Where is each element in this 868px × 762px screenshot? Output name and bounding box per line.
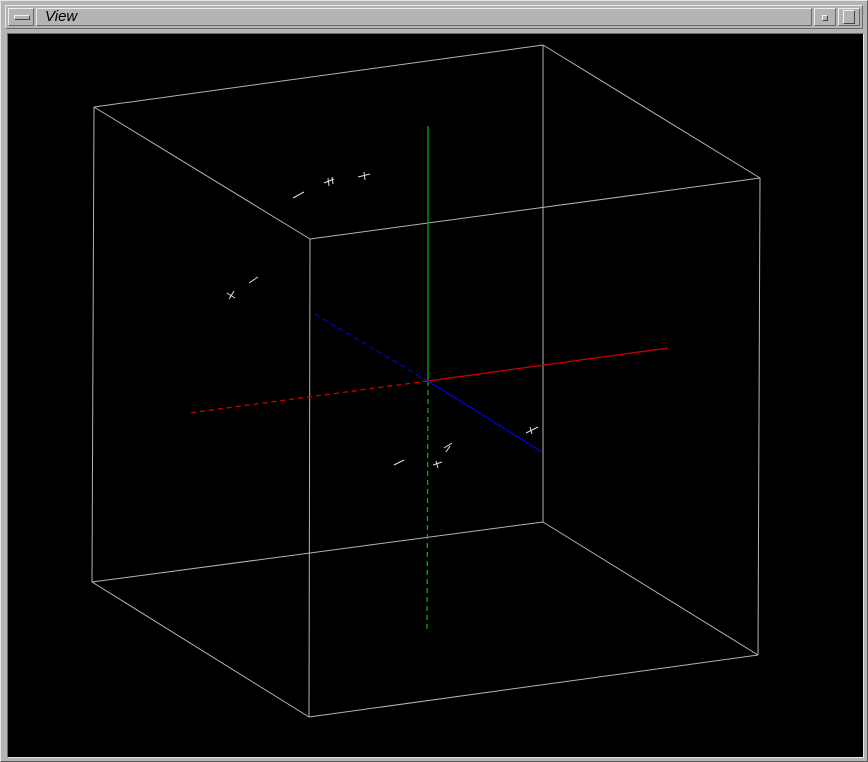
window-menu-button[interactable] <box>8 8 34 26</box>
marker <box>525 426 539 435</box>
scene-canvas <box>91 44 761 718</box>
maximize-icon <box>843 10 855 24</box>
3d-viewport[interactable] <box>7 33 864 758</box>
window-title: View <box>45 8 78 25</box>
axis-x-negative <box>188 380 429 414</box>
marker <box>432 442 453 469</box>
box-edge <box>309 177 761 240</box>
axes <box>188 126 669 633</box>
box-edge <box>308 238 311 718</box>
marker <box>393 459 405 466</box>
marker <box>248 276 259 284</box>
minimize-button[interactable] <box>814 8 836 26</box>
view-window: View <box>0 0 868 762</box>
box-edge <box>91 106 95 583</box>
box-edge <box>93 44 544 108</box>
axis-z-negative <box>312 312 429 382</box>
marker <box>292 191 305 199</box>
axis-x-positive <box>427 347 669 382</box>
axis-y-negative <box>426 380 429 633</box>
window-menu-icon <box>14 15 30 20</box>
maximize-button[interactable] <box>838 8 860 26</box>
box-edge <box>91 521 544 583</box>
minimize-icon <box>822 15 828 21</box>
box-edge <box>542 521 759 656</box>
box-edge <box>91 581 310 718</box>
window-title-area[interactable]: View <box>36 8 812 26</box>
box-edge <box>93 106 311 240</box>
title-bar[interactable]: View <box>5 5 863 29</box>
marker <box>323 176 335 187</box>
box-edge <box>542 44 761 179</box>
box-edge <box>757 177 761 656</box>
box-edge <box>308 654 759 718</box>
axis-z-positive <box>427 380 543 453</box>
marker <box>226 290 236 300</box>
marker <box>357 171 371 181</box>
